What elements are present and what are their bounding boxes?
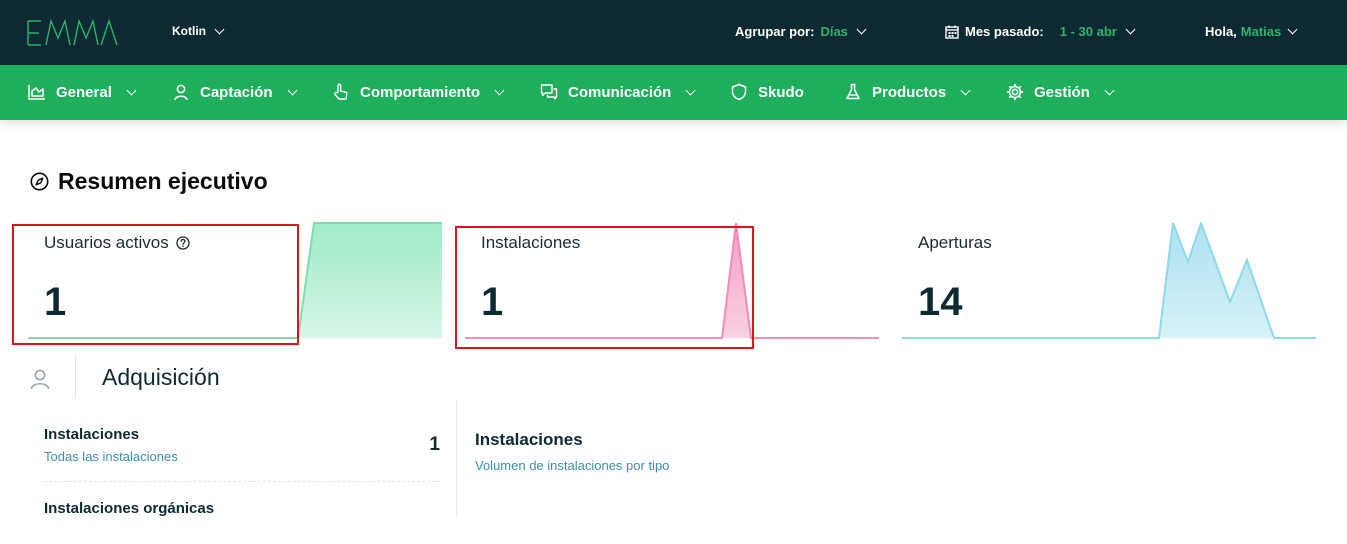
group-by-value: Días	[820, 24, 848, 39]
period-value: 1 - 30 abr	[1059, 24, 1117, 39]
list-item-value: 1	[429, 434, 440, 455]
flask-icon	[846, 83, 860, 100]
chevron-down-icon	[287, 85, 297, 95]
user-icon	[174, 84, 188, 101]
app-selector[interactable]: Kotlin	[172, 24, 225, 38]
page-title-text: Resumen ejecutivo	[58, 168, 268, 194]
metric-value: 14	[918, 280, 963, 324]
divider	[456, 400, 457, 518]
chevron-down-icon	[214, 24, 225, 34]
nav-item-label: Productos	[872, 83, 947, 101]
nav-item-gestion[interactable]: Gestión	[1006, 83, 1115, 101]
chevron-down-icon	[1125, 24, 1136, 35]
app-name: Kotlin	[172, 24, 206, 38]
chevron-down-icon	[126, 85, 137, 95]
nav-item-comunicacion[interactable]: Comunicación	[540, 83, 696, 101]
chevron-down-icon	[685, 85, 696, 95]
chevron-down-icon	[1104, 85, 1115, 95]
nav-item-captacion[interactable]: Captación	[172, 83, 297, 101]
acquisition-list: Instalaciones Todas las instalaciones 1 …	[44, 420, 440, 544]
emma-logo[interactable]	[27, 18, 119, 48]
list-item-name: Instalaciones	[44, 426, 140, 443]
user-menu[interactable]: Hola, Matias	[1205, 24, 1298, 39]
nav-item-productos[interactable]: Productos	[844, 83, 971, 101]
nav-item-label: General	[56, 83, 112, 101]
nav-item-label: Skudo	[758, 83, 804, 101]
calendar-icon	[945, 25, 959, 39]
acquisition-header	[28, 356, 52, 401]
nav-item-comportamiento[interactable]: Comportamiento	[332, 83, 505, 101]
list-item-subtitle[interactable]: Todas las instalaciones	[44, 449, 178, 464]
metric-label-text: Aperturas	[918, 233, 992, 252]
nav-item-label: Gestión	[1034, 83, 1090, 101]
chevron-down-icon	[856, 24, 867, 35]
panel-subtitle: Volumen de instalaciones por tipo	[475, 458, 670, 473]
nav-item-general[interactable]: General	[28, 83, 137, 101]
main-nav: General Captación Comportamiento Comunic…	[0, 65, 1347, 120]
list-item[interactable]: Instalaciones Todas las instalaciones 1	[44, 420, 440, 482]
hand-pointer-icon	[334, 83, 348, 100]
nav-item-skudo[interactable]: Skudo	[730, 83, 804, 101]
top-bar: Kotlin Agrupar por: Días Mes pasado: 1 -…	[0, 0, 1347, 65]
chevron-down-icon	[494, 85, 505, 95]
user-name: Matias	[1240, 24, 1282, 39]
chevron-down-icon	[960, 85, 971, 95]
metric-label: Aperturas	[918, 233, 992, 253]
nav-item-label: Captación	[200, 83, 273, 101]
highlight-box	[455, 226, 754, 349]
list-item[interactable]: Instalaciones orgánicas	[44, 482, 440, 544]
installs-panel: Instalaciones Volumen de instalaciones p…	[475, 430, 669, 473]
metric-card-aperturas[interactable]: Aperturas 14	[902, 222, 1332, 342]
panel-title: Instalaciones	[475, 430, 583, 449]
user-icon	[30, 369, 50, 389]
period-selector[interactable]: Mes pasado: 1 - 30 abr	[945, 24, 1136, 39]
chevron-down-icon	[1287, 24, 1298, 35]
group-by-selector[interactable]: Agrupar por: Días	[735, 24, 867, 39]
chart-area-icon	[28, 85, 45, 100]
highlight-box	[12, 224, 299, 345]
shield-icon	[731, 83, 747, 101]
list-item-name: Instalaciones orgánicas	[44, 500, 215, 517]
divider	[75, 356, 76, 398]
compass-icon	[30, 172, 49, 191]
nav-item-label: Comunicación	[568, 83, 672, 101]
gear-icon	[1006, 83, 1024, 101]
nav-item-label: Comportamiento	[360, 83, 480, 101]
group-by-label: Agrupar por:	[735, 24, 815, 39]
acquisition-title: Adquisición	[102, 364, 220, 390]
chat-icon	[540, 84, 558, 100]
page-title: Resumen ejecutivo	[30, 168, 268, 195]
greeting-text: Hola,	[1205, 24, 1237, 39]
period-label: Mes pasado:	[965, 24, 1044, 39]
